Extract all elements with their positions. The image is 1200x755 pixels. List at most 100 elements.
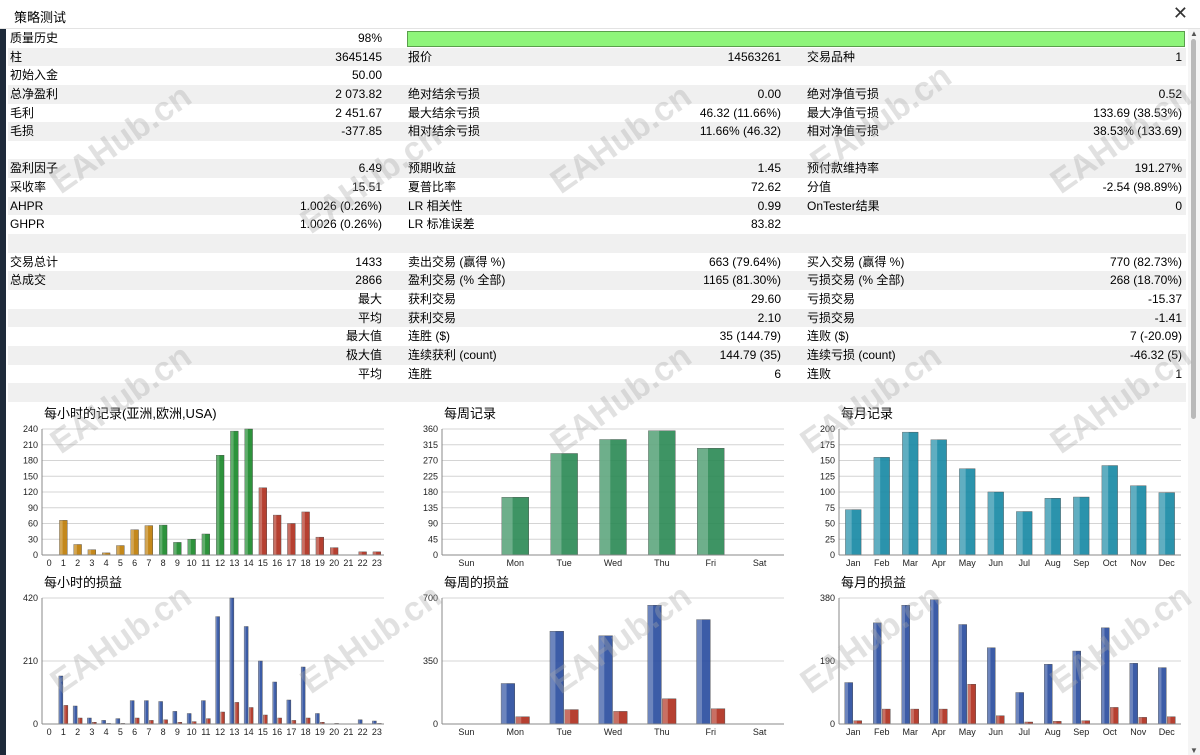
- x-tick-label: Thu: [654, 727, 670, 737]
- stat-value: 144.79 (35): [719, 347, 781, 362]
- stat-value: 2866: [355, 273, 382, 288]
- stat-label: 连续获利 (count): [408, 347, 497, 362]
- x-tick-label: 14: [244, 558, 254, 568]
- bar-highlight: [273, 515, 277, 555]
- stat-value: 11.66% (46.32): [699, 124, 781, 139]
- stat-label: 交易品种: [807, 49, 856, 64]
- bar-highlight: [613, 711, 619, 724]
- stat-label: 盈利交易 (% 全部): [408, 273, 506, 288]
- y-tick-label: 380: [820, 593, 835, 603]
- y-tick-label: 25: [825, 534, 835, 544]
- bar-highlight: [215, 616, 218, 724]
- bar-highlight: [1158, 492, 1166, 555]
- bar-highlight: [63, 705, 66, 724]
- bar-highlight: [987, 647, 991, 724]
- stat-label: 绝对净值亏损: [807, 86, 880, 101]
- close-icon[interactable]: ✕: [1173, 3, 1188, 24]
- vertical-scrollbar[interactable]: ▲ ▼: [1188, 29, 1200, 755]
- y-tick-label: 350: [423, 656, 438, 666]
- x-tick-label: Feb: [874, 727, 890, 737]
- stat-label: 连败 ($): [807, 329, 850, 344]
- bar-highlight: [564, 709, 571, 724]
- bar-highlight: [115, 718, 118, 724]
- stat-row: 平均 连胜 6 连败 1: [8, 365, 1186, 384]
- y-tick-label: 225: [423, 471, 438, 481]
- bar-highlight: [599, 439, 611, 555]
- bar-highlight: [149, 720, 151, 724]
- x-tick-label: 1: [61, 558, 66, 568]
- stat-value: 35 (144.79): [719, 329, 781, 344]
- y-tick-label: 210: [23, 656, 38, 666]
- stat-label: 绝对结余亏损: [408, 86, 481, 101]
- stat-label: 总净盈利: [10, 86, 59, 101]
- y-tick-label: 90: [28, 503, 38, 513]
- x-tick-label: Sun: [458, 558, 474, 568]
- y-tick-label: 270: [423, 456, 438, 466]
- stat-row: 采收率 15.51 夏普比率 72.62 分值 -2.54 (98.89%): [8, 178, 1186, 197]
- stat-row: 毛损 -377.85 相对结余亏损 11.66% (46.32) 相对净值亏损 38.53…: [8, 122, 1186, 141]
- stat-row: 平均 获利交易 2.10 亏损交易 -1.41: [8, 308, 1186, 328]
- stat-row: 质量历史 98%: [8, 29, 1186, 48]
- bar-highlight: [501, 497, 513, 555]
- bar-highlight: [130, 529, 134, 555]
- bar-highlight: [1130, 485, 1137, 555]
- x-tick-label: Jan: [846, 558, 861, 568]
- bar-highlight: [987, 492, 995, 555]
- y-tick-label: 150: [820, 456, 835, 466]
- scroll-down-icon[interactable]: ▼: [1190, 746, 1198, 755]
- x-tick-label: Mar: [903, 727, 919, 737]
- stat-value: 7 (-20.09): [1129, 329, 1182, 344]
- stat-value: 14563261: [727, 49, 781, 64]
- x-tick-label: Sat: [753, 558, 767, 568]
- stat-label: 盈利因子: [10, 161, 59, 176]
- bar-highlight: [873, 457, 881, 555]
- y-tick-label: 100: [820, 487, 835, 497]
- bar-highlight: [249, 707, 251, 724]
- quality-progress-bar: [407, 31, 1185, 47]
- x-tick-label: Aug: [1045, 727, 1061, 737]
- stat-label: 预付款维持率: [807, 161, 880, 176]
- chart-title: 每小时的记录(亚洲,欧洲,USA): [44, 406, 217, 421]
- stat-value: 1: [1175, 366, 1182, 381]
- stat-label: 最大净值亏损: [807, 105, 880, 120]
- x-tick-label: Apr: [932, 727, 946, 737]
- bar-highlight: [244, 429, 248, 555]
- stat-value: 268 (18.70%): [1109, 273, 1182, 288]
- stat-row: [8, 141, 1186, 160]
- bar-highlight: [1110, 707, 1114, 724]
- stat-row: 初始入金 50.00: [8, 66, 1186, 85]
- stat-value: 平均: [357, 366, 382, 381]
- stat-row: [8, 234, 1186, 253]
- stat-label: 亏损交易: [807, 310, 856, 325]
- y-tick-label: 200: [820, 424, 835, 434]
- stat-label: 初始入金: [10, 68, 59, 83]
- stat-row: 总净盈利 2 073.82 绝对结余亏损 0.00 绝对净值亏损 0.52: [8, 84, 1186, 104]
- stat-value: 0.52: [1158, 86, 1182, 101]
- stat-value: 1: [1175, 49, 1182, 64]
- x-tick-label: 16: [272, 558, 282, 568]
- x-tick-label: 2: [75, 727, 80, 737]
- bar-highlight: [277, 718, 280, 724]
- y-tick-label: 210: [23, 440, 38, 450]
- bar-highlight: [996, 715, 1000, 724]
- stat-value: -377.85: [341, 124, 382, 139]
- scroll-up-icon[interactable]: ▲: [1190, 29, 1198, 38]
- bar-highlight: [301, 511, 305, 555]
- x-tick-label: 6: [132, 727, 137, 737]
- bar-highlight: [263, 715, 265, 724]
- stat-row: 最大 获利交易 29.60 亏损交易 -15.37: [8, 290, 1186, 309]
- bar-highlight: [930, 439, 938, 555]
- bar-highlight: [87, 549, 92, 555]
- bar-highlight: [306, 718, 308, 724]
- scrollbar-thumb[interactable]: [1191, 39, 1196, 419]
- x-tick-label: Sun: [458, 727, 474, 737]
- y-tick-label: 150: [23, 471, 38, 481]
- bar-highlight: [286, 700, 289, 724]
- y-tick-label: 90: [428, 519, 438, 529]
- stat-label: 获利交易: [408, 310, 457, 325]
- chart-0: 03060901201501802102400 1 2 3 4 5 6 7 8 9 10 11 12 13…: [23, 424, 384, 568]
- x-tick-label: 0: [47, 558, 52, 568]
- bar-highlight: [1015, 692, 1019, 724]
- stat-value: -46.32 (5): [1129, 347, 1182, 362]
- x-tick-label: Mon: [507, 727, 525, 737]
